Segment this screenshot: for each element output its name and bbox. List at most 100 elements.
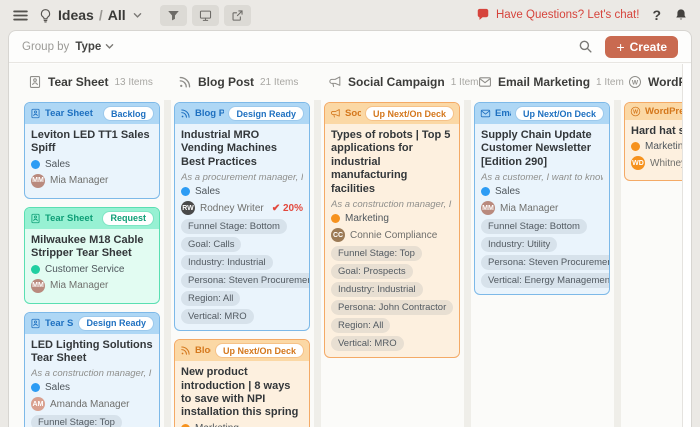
team-label: Sales: [45, 159, 70, 170]
assignee-row: MM Mia Manager: [31, 279, 153, 293]
vertical-scrollbar[interactable]: [682, 64, 691, 427]
rss-icon: [178, 75, 192, 89]
megaphone-icon: [330, 108, 341, 119]
avatar: AM: [31, 397, 45, 411]
column-header: W WordPress: [621, 64, 682, 100]
card-type-label: Blog Post: [195, 108, 224, 119]
card-header: Tear Sheet Request: [25, 208, 159, 229]
assignee-row: MM Mia Manager: [481, 201, 603, 215]
team-row: Marketing: [331, 213, 453, 224]
avatar: RW: [181, 201, 195, 215]
present-button[interactable]: [192, 5, 219, 26]
breadcrumb[interactable]: Ideas / All: [38, 7, 143, 23]
tag-list: Funnel Stage: BottomIndustry: UtilityPer…: [481, 219, 603, 288]
card-type: Email M...: [480, 108, 511, 119]
card-title: Hard hat safety: [631, 125, 682, 138]
monitor-icon: [199, 9, 212, 22]
assignee-name: Whitney Deten: [650, 158, 682, 169]
kanban-card[interactable]: Tear Sheet Request Milwaukee M18 Cable S…: [24, 207, 160, 304]
column-header: Social Campaign 1 Item: [321, 64, 464, 100]
tear-sheet-icon: [30, 318, 41, 329]
column-item-count: 1 Item: [596, 77, 624, 88]
tag-pill: Persona: Steven Procurement: [481, 255, 610, 270]
column-header: Tear Sheet 13 Items: [21, 64, 164, 100]
status-badge: Up Next/On Deck: [215, 343, 304, 358]
chevron-down-icon[interactable]: [132, 10, 143, 21]
team-label: Marketing: [345, 213, 389, 224]
column-name: Social Campaign: [348, 75, 445, 89]
kanban-card[interactable]: Blog Post Up Next/On Deck New product in…: [174, 339, 310, 427]
search-icon[interactable]: [578, 39, 593, 54]
avatar: CC: [331, 228, 345, 242]
column-cards: Social C... Up Next/On Deck Types of rob…: [321, 100, 464, 358]
column-item-count: 13 Items: [114, 77, 152, 88]
kanban-card[interactable]: W WordPress Hard hat safety Marketing WD…: [624, 102, 682, 181]
board-column: Blog Post 21 Items Blog Post Design Read…: [171, 64, 314, 427]
group-by-select[interactable]: Type: [75, 41, 115, 53]
kanban-card[interactable]: Blog Post Design Ready Industrial MRO Ve…: [174, 102, 310, 331]
tag-pill: Vertical: Energy Management: [481, 273, 610, 288]
card-type: Blog Post: [180, 345, 211, 356]
assignee-name: Rodney Writer: [200, 203, 264, 214]
kanban-card[interactable]: Tear Sheet Design Ready LED Lighting Sol…: [24, 312, 160, 427]
tag-pill: Vertical: MRO: [331, 336, 404, 351]
column-cards: Blog Post Design Ready Industrial MRO Ve…: [171, 100, 314, 427]
view-name: All: [108, 7, 126, 23]
bell-icon[interactable]: [674, 8, 688, 22]
svg-text:W: W: [633, 109, 638, 115]
assignee-row: AM Amanda Manager: [31, 397, 153, 411]
column-gutter: [164, 100, 171, 427]
group-by-label: Group by: [22, 41, 69, 53]
team-row: Sales: [31, 382, 153, 393]
team-row: Sales: [481, 186, 603, 197]
card-title: Supply Chain Update Customer Newsletter …: [481, 129, 603, 169]
envelope-icon: [478, 75, 492, 89]
tear-sheet-icon: [30, 213, 41, 224]
column-cards: Tear Sheet Backlog Leviton LED TT1 Sales…: [21, 100, 164, 427]
column-name: Blog Post: [198, 75, 254, 89]
avatar: MM: [31, 174, 45, 188]
avatar: MM: [31, 279, 45, 293]
card-type: Tear Sheet: [30, 213, 93, 224]
card-type-label: WordPress: [645, 106, 682, 117]
svg-text:W: W: [632, 79, 639, 86]
card-header: Blog Post Design Ready: [175, 103, 309, 124]
card-type: Tear Sheet: [30, 108, 93, 119]
tag-pill: Persona: John Contractor: [331, 300, 453, 315]
help-button[interactable]: ?: [652, 7, 661, 23]
card-title: Leviton LED TT1 Sales Spiff: [31, 129, 153, 156]
team-row: Sales: [31, 159, 153, 170]
team-row: Customer Service: [31, 264, 153, 275]
board-column: W WordPress W WordPress Hard hat safety …: [621, 64, 682, 427]
kanban-card[interactable]: Tear Sheet Backlog Leviton LED TT1 Sales…: [24, 102, 160, 199]
progress-indicator: ✔ 20%: [272, 203, 303, 214]
breadcrumb-separator: /: [99, 7, 103, 23]
tag-list: Funnel Stage: BottomGoal: CallsIndustry:…: [181, 219, 303, 324]
team-color-dot: [331, 214, 340, 223]
card-type-label: Blog Post: [195, 345, 211, 356]
team-label: Sales: [45, 382, 70, 393]
team-color-dot: [631, 142, 640, 151]
team-label: Marketing: [645, 141, 682, 152]
hamburger-menu-icon[interactable]: [12, 7, 29, 24]
column-name: Tear Sheet: [48, 75, 108, 89]
card-header: Tear Sheet Backlog: [25, 103, 159, 124]
lightbulb-icon: [38, 8, 53, 23]
column-gutter: [464, 100, 471, 427]
card-title: Industrial MRO Vending Machines Best Pra…: [181, 129, 303, 169]
assignee-row: WD Whitney Deten: [631, 156, 682, 170]
card-type-label: Social C...: [345, 108, 361, 119]
create-button[interactable]: + Create: [605, 36, 678, 58]
share-button[interactable]: [224, 5, 251, 26]
card-type-label: Email M...: [495, 108, 511, 119]
kanban-card[interactable]: Email M... Up Next/On Deck Supply Chain …: [474, 102, 610, 295]
assignee-row: MM Mia Manager: [31, 174, 153, 188]
chat-bubble-icon: [476, 8, 490, 22]
assignee-name: Mia Manager: [50, 280, 108, 291]
card-story: As a construction manager, I want...: [331, 199, 453, 210]
chat-link[interactable]: Have Questions? Let's chat!: [476, 8, 639, 22]
card-body: New product introduction | 8 ways to sav…: [175, 361, 309, 427]
team-label: Sales: [195, 186, 220, 197]
kanban-card[interactable]: Social C... Up Next/On Deck Types of rob…: [324, 102, 460, 358]
filter-button[interactable]: [160, 5, 187, 26]
